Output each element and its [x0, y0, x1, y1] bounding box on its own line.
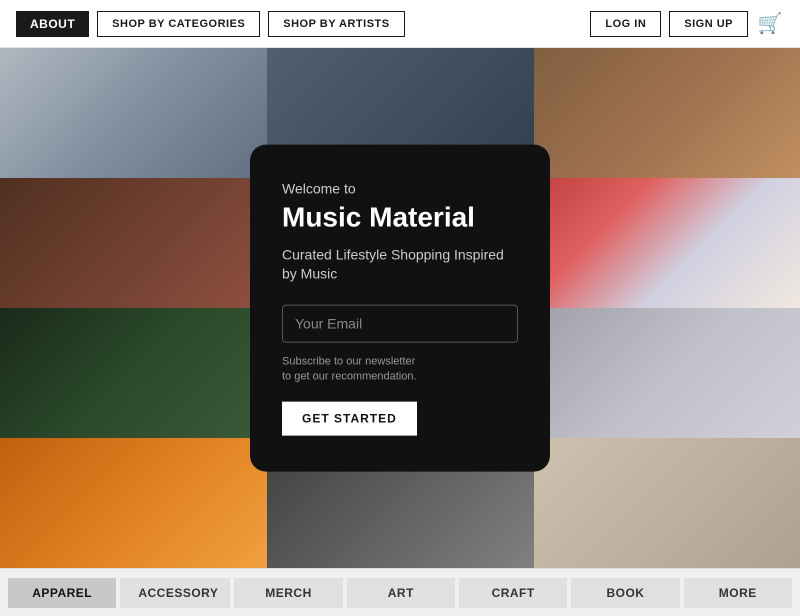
- category-bar: APPARELACCESSORYMERCHARTCRAFTBOOKMORE: [0, 568, 800, 616]
- shop-categories-button[interactable]: SHOP BY CATEGORIES: [97, 11, 260, 37]
- modal-welcome-text: Welcome to: [282, 181, 518, 197]
- login-button[interactable]: LOG IN: [590, 11, 661, 37]
- category-button-art[interactable]: ART: [347, 578, 455, 608]
- photo-cell-warm: [0, 438, 267, 568]
- category-button-accessory[interactable]: ACCESSORY: [120, 578, 230, 608]
- photo-cell-musician: [0, 178, 267, 308]
- email-input[interactable]: [282, 305, 518, 343]
- photo-cell-christmas: [534, 178, 800, 308]
- signup-modal: Welcome to Music Material Curated Lifest…: [250, 145, 550, 472]
- photo-cell-legs: [0, 48, 267, 178]
- modal-subtitle: Curated Lifestyle Shopping Inspired by M…: [282, 245, 518, 284]
- photo-cell-fashion: [0, 308, 267, 438]
- hero-section: Welcome to Music Material Curated Lifest…: [0, 48, 800, 568]
- navbar: ABOUT SHOP BY CATEGORIES SHOP BY ARTISTS…: [0, 0, 800, 48]
- about-button[interactable]: ABOUT: [16, 11, 89, 37]
- modal-title: Music Material: [282, 203, 518, 234]
- category-button-more[interactable]: MORE: [684, 578, 792, 608]
- shop-artists-button[interactable]: SHOP BY ARTISTS: [268, 11, 404, 37]
- get-started-button[interactable]: GET STARTED: [282, 401, 417, 435]
- photo-cell-feet: [534, 48, 800, 178]
- navbar-left: ABOUT SHOP BY CATEGORIES SHOP BY ARTISTS: [16, 11, 405, 37]
- category-button-book[interactable]: BOOK: [571, 578, 679, 608]
- photo-cell-portrait: [534, 438, 800, 568]
- modal-note: Subscribe to our newsletter to get our r…: [282, 355, 518, 386]
- category-button-craft[interactable]: CRAFT: [459, 578, 567, 608]
- category-button-merch[interactable]: MERCH: [234, 578, 342, 608]
- signup-button[interactable]: SIGN UP: [669, 11, 748, 37]
- category-button-apparel[interactable]: APPAREL: [8, 578, 116, 608]
- cart-icon[interactable]: 🛒: [756, 10, 784, 38]
- photo-cell-hands: [534, 308, 800, 438]
- navbar-right: LOG IN SIGN UP 🛒: [590, 10, 784, 38]
